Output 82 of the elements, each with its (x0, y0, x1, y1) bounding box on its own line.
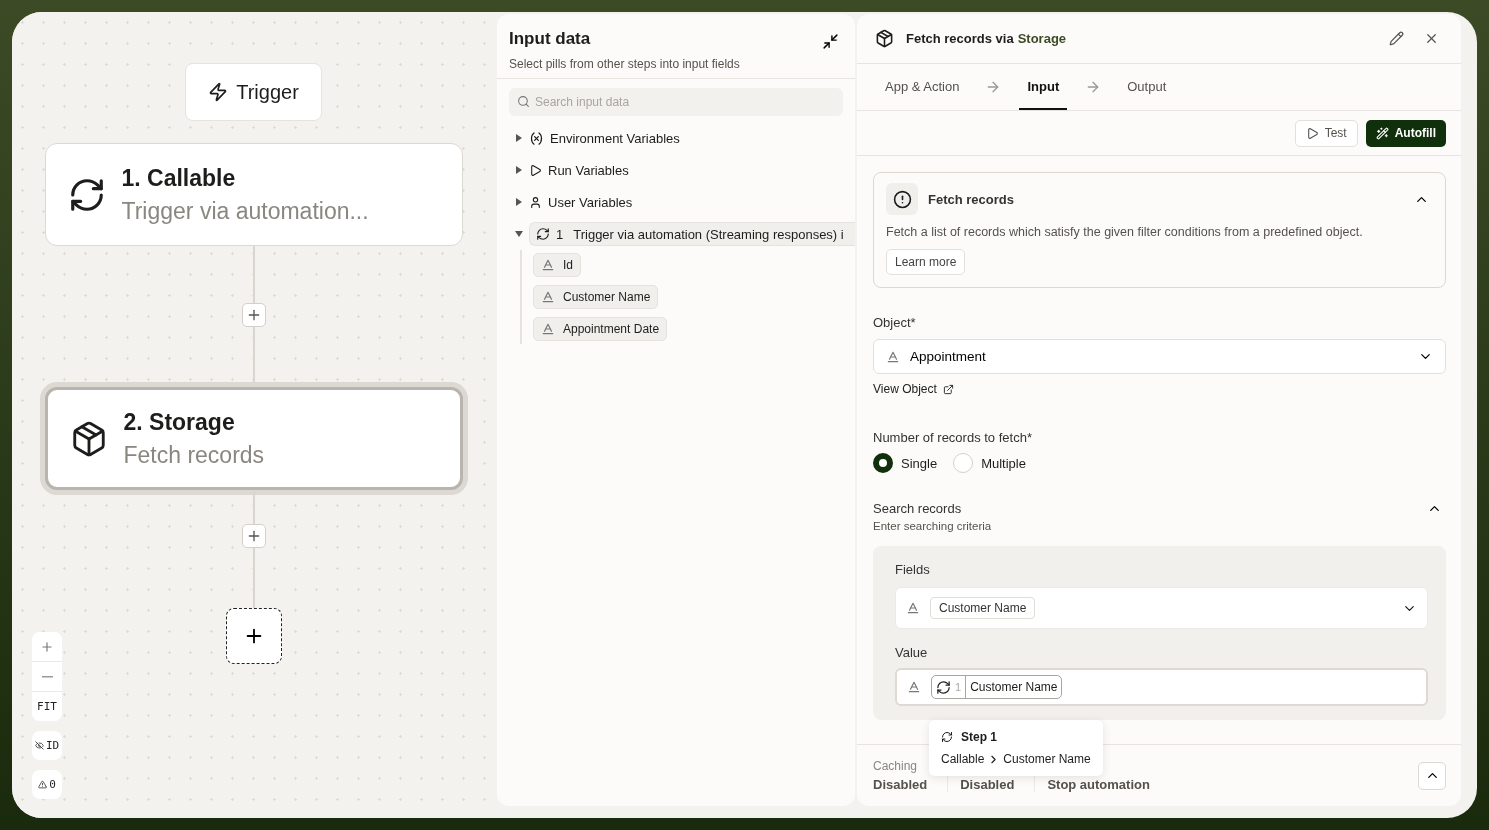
radio-option[interactable]: Multiple (953, 453, 1026, 473)
close-icon (1424, 31, 1439, 46)
radio-button[interactable] (873, 453, 893, 473)
text-type-icon (906, 601, 920, 615)
caret-icon (515, 134, 523, 142)
value-field[interactable]: 1 Customer Name (895, 668, 1428, 706)
trigger-node[interactable]: Trigger (185, 63, 322, 121)
variable-icon (529, 130, 544, 146)
plus-icon (40, 639, 54, 654)
workflow-node[interactable]: 1. Callable Trigger via automation... (44, 143, 463, 246)
tooltip-title: Step 1 (961, 730, 997, 744)
section-title: Search records (873, 501, 962, 516)
field-label: Fields (895, 562, 931, 577)
warnings-button[interactable]: 0 (32, 770, 62, 799)
play-icon (1305, 126, 1319, 140)
box-icon (875, 29, 894, 48)
panel-subtitle: Select pills from other steps into input fields (509, 57, 740, 71)
text-type-icon (541, 322, 555, 336)
object-select[interactable]: Appointment (873, 339, 1446, 374)
search-field[interactable]: Search input data (509, 88, 843, 116)
eye-off-icon (34, 741, 44, 750)
data-pill[interactable]: Customer Name (533, 285, 659, 309)
lightning-icon (208, 82, 229, 102)
app-name: Storage (1017, 31, 1067, 46)
field-pill: Customer Name (930, 597, 1036, 619)
panel-title: Input data (509, 29, 592, 49)
path-label: Callable (941, 752, 985, 766)
test-button[interactable]: Test (1294, 119, 1358, 147)
pencil-icon (1389, 31, 1404, 46)
external-link-icon (942, 383, 954, 395)
node-subtitle: Fetch records (123, 441, 265, 469)
tab[interactable]: Input (1019, 64, 1068, 110)
play-icon (529, 163, 542, 177)
setting-label: Caching (873, 759, 919, 773)
tab[interactable]: App & Action (877, 64, 968, 110)
radio-option[interactable]: Single (873, 453, 938, 473)
user-icon (529, 195, 542, 209)
setting-value: Stop automation (1047, 777, 1150, 792)
setting-value: Disabled (873, 777, 928, 792)
tab[interactable]: Output (1119, 64, 1175, 110)
section-subtitle: Enter searching criteria (873, 520, 993, 532)
sync-icon (941, 731, 953, 743)
text-type-icon (907, 680, 921, 694)
learn-more-button[interactable]: Learn more (886, 249, 966, 275)
add-step-button[interactable] (241, 303, 266, 327)
setting-value: Disabled (960, 777, 1015, 792)
sync-icon (936, 679, 951, 695)
field-label: Value (895, 645, 929, 660)
search-icon (517, 95, 530, 108)
autofill-button[interactable]: Autofill (1365, 119, 1446, 147)
data-pill[interactable]: Appointment Date (533, 317, 668, 341)
node-title: 1. Callable (121, 164, 237, 192)
panel-title: Fetch records via (906, 31, 1014, 46)
field-label: Object* (873, 315, 917, 330)
id-toggle-button[interactable]: ID (32, 731, 62, 760)
tree-item[interactable]: Run Variables (497, 154, 855, 186)
card-title: Fetch records (928, 191, 1015, 207)
sync-icon (536, 227, 550, 241)
caret-icon (515, 230, 523, 238)
field-label: Number of records to fetch* (873, 430, 1033, 445)
node-title: 2. Storage (123, 408, 236, 436)
tree-item[interactable]: Environment Variables (497, 122, 855, 154)
path-label: Customer Name (1003, 752, 1091, 766)
node-subtitle: Trigger via automation... (121, 197, 369, 225)
text-type-icon (886, 349, 900, 364)
fields-select[interactable]: Customer Name (895, 587, 1428, 629)
caret-icon (515, 166, 523, 174)
card-description: Fetch a list of records which satisfy the given filter conditions from a predefined object. (886, 225, 1364, 239)
minus-icon (41, 675, 53, 678)
warning-icon (38, 780, 48, 789)
add-node-button[interactable] (225, 608, 282, 664)
data-pill[interactable]: Id (533, 253, 581, 277)
magic-wand-icon (1375, 126, 1389, 140)
alert-icon (886, 183, 918, 215)
tree-item[interactable]: User Variables (497, 186, 855, 218)
caret-icon (515, 198, 523, 206)
minimize-icon (822, 33, 839, 50)
view-object-link[interactable]: View Object (873, 382, 954, 396)
text-type-icon (541, 258, 555, 272)
data-pill[interactable]: 1 Customer Name (931, 675, 1063, 699)
add-step-button[interactable] (241, 524, 266, 548)
text-type-icon (541, 290, 555, 304)
